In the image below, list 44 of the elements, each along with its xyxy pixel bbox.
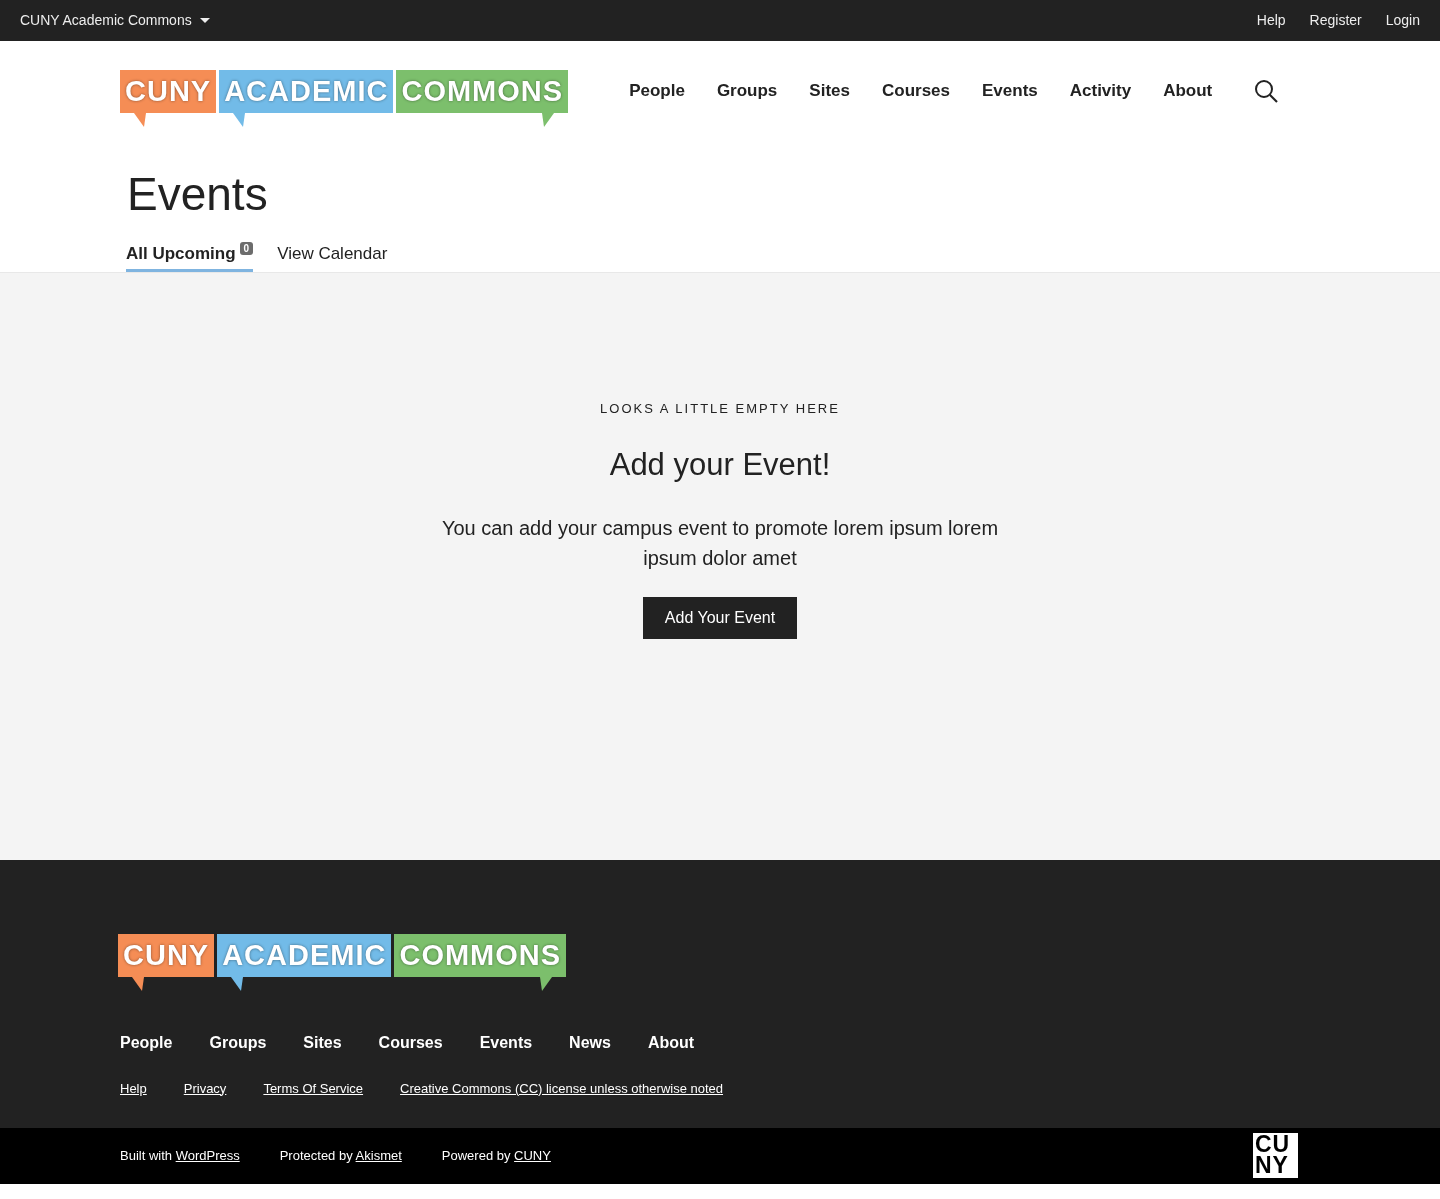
- nav-link[interactable]: About: [1147, 78, 1229, 104]
- nav-link[interactable]: Events: [966, 78, 1054, 104]
- footer-nav-link[interactable]: News: [569, 1030, 611, 1055]
- credit-link[interactable]: CUNY: [514, 1147, 551, 1163]
- add-event-button[interactable]: Add Your Event: [642, 596, 798, 639]
- nav-link[interactable]: Sites: [793, 78, 866, 104]
- speech-tail-icon: [540, 976, 553, 991]
- nav-link[interactable]: Activity: [1053, 78, 1148, 104]
- footer-nav-link[interactable]: About: [647, 1030, 695, 1055]
- nav-link[interactable]: Courses: [865, 78, 966, 104]
- footer-link[interactable]: Terms Of Service: [263, 1078, 364, 1098]
- credit-text: Powered by CUNY: [441, 1146, 551, 1165]
- top-bar-link[interactable]: Login: [1385, 10, 1420, 31]
- nav-link[interactable]: Groups: [700, 78, 794, 104]
- speech-tail-icon: [132, 976, 144, 991]
- nav-link[interactable]: People: [613, 78, 701, 104]
- speech-tail-icon: [233, 112, 246, 127]
- footer-nav-link[interactable]: Courses: [378, 1030, 443, 1055]
- footer-link[interactable]: Help: [120, 1078, 147, 1098]
- top-bar-link[interactable]: Register: [1309, 10, 1362, 31]
- speech-tail-icon: [542, 112, 555, 127]
- footer-nav-link[interactable]: Sites: [303, 1030, 342, 1055]
- footer-nav-link[interactable]: Groups: [209, 1030, 267, 1055]
- top-bar-link[interactable]: Help: [1256, 10, 1286, 31]
- speech-tail-icon: [134, 112, 146, 127]
- cuny-logo[interactable]: CU NY: [1253, 1133, 1298, 1178]
- credit-text: Protected by Akismet: [279, 1146, 402, 1165]
- empty-state-heading: Add your Event!: [609, 446, 831, 484]
- eyebrow-text: LOOKS A LITTLE EMPTY HERE: [600, 399, 840, 418]
- site-menu[interactable]: CUNY Academic Commons: [20, 10, 210, 31]
- count-badge: 0: [239, 242, 254, 255]
- speech-tail-icon: [231, 976, 244, 991]
- footer-nav-link[interactable]: People: [120, 1030, 173, 1055]
- tab[interactable]: View Calendar: [277, 241, 388, 272]
- search-icon[interactable]: [1254, 79, 1278, 103]
- footer-nav-link[interactable]: Events: [479, 1030, 533, 1055]
- page-title: Events: [127, 171, 269, 217]
- caret-icon: [199, 18, 210, 23]
- credit-text: Built with WordPress: [120, 1146, 240, 1165]
- footer-link[interactable]: Privacy: [183, 1078, 227, 1098]
- credit-link[interactable]: Akismet: [355, 1147, 402, 1163]
- empty-state-text: You can add your campus event to promote lorem ipsum lorem ipsum dolor amet: [440, 515, 1000, 571]
- credit-link[interactable]: WordPress: [175, 1147, 240, 1163]
- footer-link[interactable]: Creative Commons (CC) license unless otherwise noted: [400, 1078, 724, 1098]
